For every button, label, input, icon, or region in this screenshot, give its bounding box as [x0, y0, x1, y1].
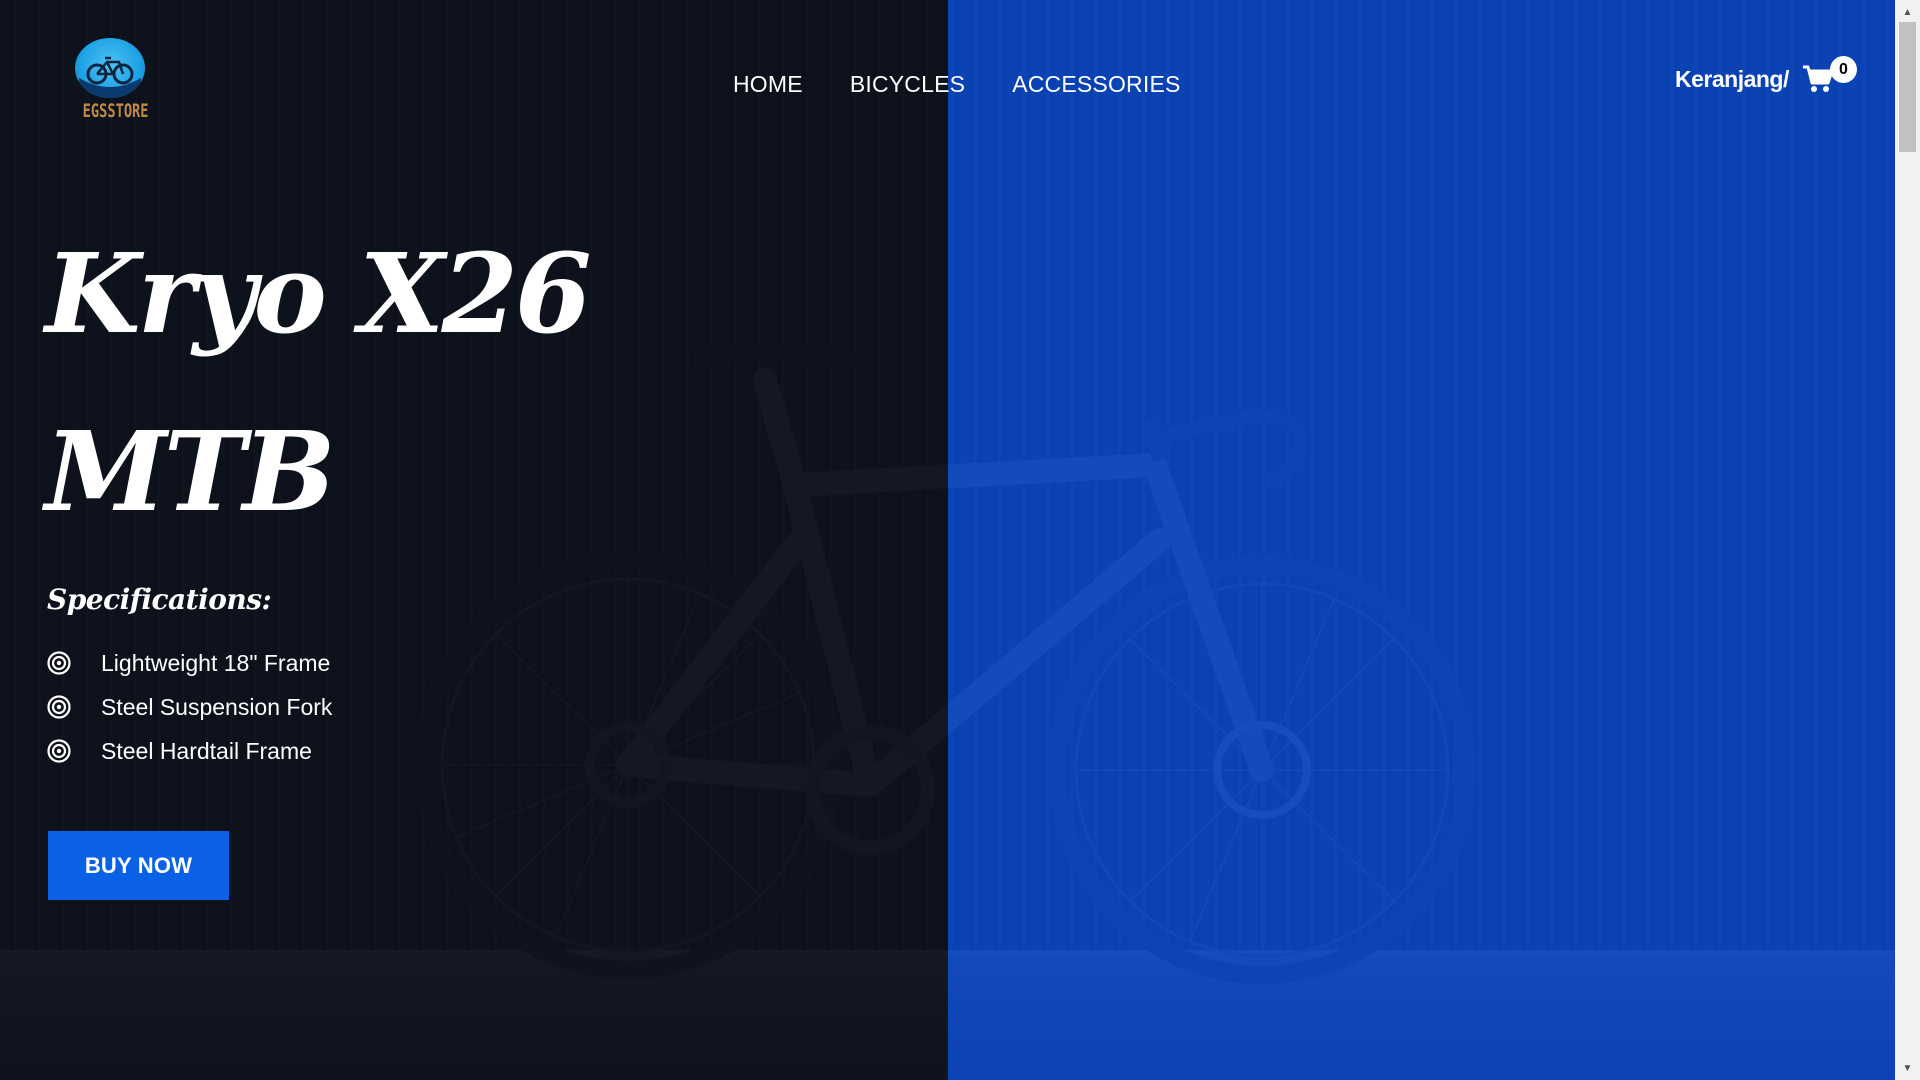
- spec-item: Steel Suspension Fork: [47, 685, 332, 729]
- cart-count-badge: 0: [1830, 56, 1857, 83]
- spec-label: Steel Hardtail Frame: [101, 737, 312, 764]
- bicycle-logo-icon: [75, 38, 145, 98]
- store-logo[interactable]: EGSSTORE: [72, 38, 149, 128]
- specifications-list: Lightweight 18" Frame Steel Suspension F…: [47, 641, 332, 773]
- scroll-up-arrow-icon[interactable]: ▲: [1895, 2, 1920, 22]
- blue-overlay-panel: [948, 0, 1895, 1080]
- scroll-down-arrow-icon[interactable]: ▼: [1895, 1058, 1920, 1078]
- spec-item: Lightweight 18" Frame: [47, 641, 332, 685]
- hero-title-line-2: MTB: [45, 407, 336, 536]
- target-bullet-icon: [47, 739, 71, 763]
- nav-home-link[interactable]: HOME: [733, 71, 803, 98]
- spec-label: Steel Suspension Fork: [101, 693, 333, 720]
- spec-label: Lightweight 18" Frame: [101, 649, 331, 676]
- hero-title: Kryo X26 MTB: [45, 205, 592, 561]
- buy-now-button[interactable]: BUY NOW: [48, 831, 229, 900]
- main-nav: HOME BICYCLES ACCESSORIES: [733, 71, 1181, 98]
- logo-wordmark: EGSSTORE: [82, 100, 149, 122]
- spec-item: Steel Hardtail Frame: [47, 729, 332, 773]
- page-scrollbar[interactable]: ▲ ▼: [1895, 0, 1920, 1080]
- hero-title-line-1: Kryo X26: [45, 229, 592, 358]
- cart-button[interactable]: Keranjang/: [1675, 64, 1834, 94]
- scrollbar-thumb[interactable]: [1899, 22, 1916, 152]
- target-bullet-icon: [47, 651, 71, 675]
- nav-bicycles-link[interactable]: BICYCLES: [850, 71, 965, 98]
- target-bullet-icon: [47, 695, 71, 719]
- specifications-heading: Specifications:: [47, 583, 272, 616]
- cart-label: Keranjang/: [1675, 65, 1789, 92]
- nav-accessories-link[interactable]: ACCESSORIES: [1012, 71, 1180, 98]
